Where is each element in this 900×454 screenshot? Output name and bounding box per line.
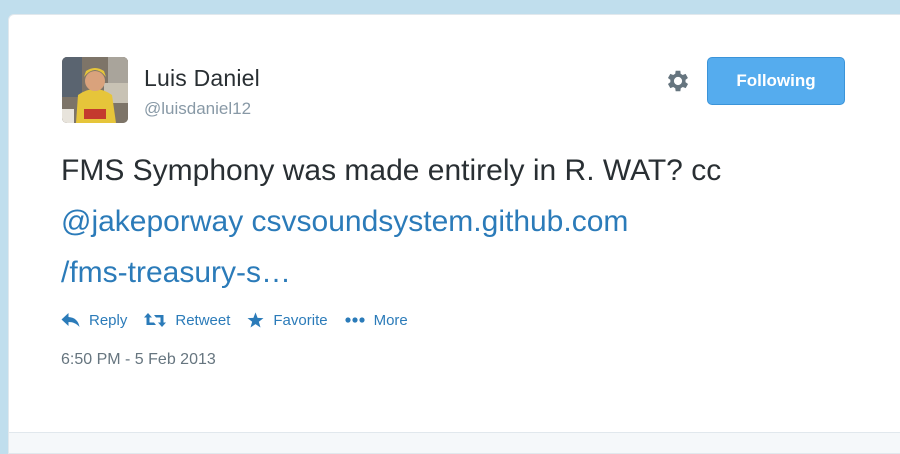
url-link-part1[interactable]: csvsoundsystem.github.com [252,205,629,238]
reply-label: Reply [89,311,128,329]
tweet-actions: Reply Retweet Favorite More [61,309,425,331]
favorite-button[interactable]: Favorite [247,311,328,329]
retweet-icon [144,313,167,327]
tweet-body: FMS Symphony was made entirely in R. WAT… [61,154,722,187]
avatar[interactable] [62,57,128,123]
tweet-card: Luis Daniel @luisdaniel12 Following FMS … [8,14,900,454]
user-name[interactable]: Luis Daniel [144,65,260,92]
card-footer [9,432,900,453]
mention-link[interactable]: @jakeporway [61,205,243,238]
reply-icon [61,313,80,327]
more-button[interactable]: More [344,311,408,329]
more-icon [344,317,365,323]
following-button[interactable]: Following [707,57,845,105]
gear-icon[interactable] [664,67,692,95]
retweet-label: Retweet [175,311,231,329]
more-label: More [373,311,408,329]
favorite-label: Favorite [273,311,328,329]
tweet-text: FMS Symphony was made entirely in R. WAT… [61,145,861,298]
reply-button[interactable]: Reply [61,312,127,329]
avatar-photo [62,57,128,123]
retweet-button[interactable]: Retweet [144,312,230,329]
url-link-part2[interactable]: /fms-treasury-s… [61,256,291,289]
favorite-icon [247,312,264,328]
tweet-timestamp[interactable]: 6:50 PM - 5 Feb 2013 [61,351,216,369]
user-handle[interactable]: @luisdaniel12 [144,99,251,119]
